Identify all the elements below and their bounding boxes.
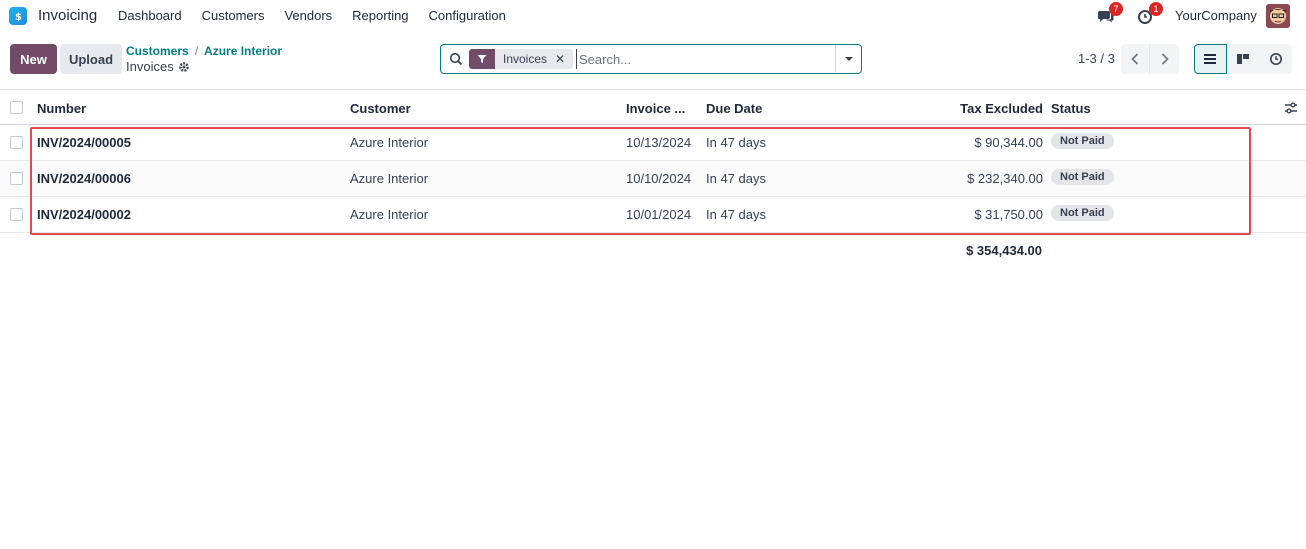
cell-due-date: In 47 days [706, 135, 766, 150]
optional-columns-icon[interactable] [1284, 101, 1298, 115]
list-view-button[interactable] [1194, 44, 1227, 74]
menu-configuration[interactable]: Configuration [429, 8, 506, 23]
cell-invoice-date: 10/13/2024 [626, 135, 692, 150]
company-switcher[interactable]: YourCompany [1175, 8, 1257, 23]
cell-invoice-date: 10/10/2024 [626, 171, 692, 186]
app-name[interactable]: Invoicing [38, 7, 97, 24]
filter-icon [469, 49, 495, 69]
pager-next-button[interactable] [1150, 44, 1179, 74]
breadcrumb-customers[interactable]: Customers [126, 44, 189, 58]
view-switcher [1194, 44, 1292, 74]
cell-invoice-date: 10/01/2024 [626, 207, 692, 222]
activities-button[interactable]: 1 [1137, 2, 1163, 25]
invoice-list: Number Customer Invoice ... Due Date Tax… [0, 89, 1306, 233]
gear-icon[interactable] [178, 61, 190, 73]
pager-previous-button[interactable] [1121, 44, 1150, 74]
column-due-date[interactable]: Due Date [706, 101, 762, 116]
search-icon [449, 52, 463, 66]
cell-number: INV/2024/00005 [37, 135, 131, 150]
facet-label: Invoices [503, 52, 548, 66]
select-all-checkbox[interactable] [10, 101, 23, 114]
row-checkbox[interactable] [10, 208, 23, 221]
main-menu: Dashboard Customers Vendors Reporting Co… [118, 8, 526, 23]
status-badge: Not Paid [1051, 169, 1114, 185]
search-input[interactable] [576, 49, 826, 69]
table-row[interactable]: INV/2024/00002 Azure Interior 10/01/2024… [0, 197, 1306, 233]
search-facet: Invoices ✕ [469, 49, 574, 69]
breadcrumb-separator: / [194, 44, 199, 58]
upload-button[interactable]: Upload [60, 44, 122, 74]
cell-tax-excluded: $ 232,340.00 [967, 171, 1043, 186]
cell-customer: Azure Interior [350, 171, 429, 186]
table-row[interactable]: INV/2024/00005 Azure Interior 10/13/2024… [0, 125, 1306, 161]
cell-customer: Azure Interior [350, 207, 429, 222]
menu-dashboard[interactable]: Dashboard [118, 8, 182, 23]
cell-tax-excluded: $ 90,344.00 [974, 135, 1043, 150]
cell-number: INV/2024/00006 [37, 171, 131, 186]
clock-icon [1269, 53, 1282, 65]
search-bar[interactable]: Invoices ✕ [440, 44, 862, 74]
menu-customers[interactable]: Customers [202, 8, 265, 23]
cell-due-date: In 47 days [706, 207, 766, 222]
top-navbar: $ Invoicing Dashboard Customers Vendors … [0, 0, 1306, 32]
pager-value[interactable]: 1-3 / 3 [1078, 51, 1115, 66]
pager-buttons [1121, 44, 1179, 74]
chevron-left-icon [1131, 53, 1139, 65]
status-badge: Not Paid [1051, 205, 1114, 221]
menu-reporting[interactable]: Reporting [352, 8, 408, 23]
list-icon [1204, 54, 1217, 64]
search-options-toggle[interactable] [835, 45, 861, 73]
breadcrumb: Customers / Azure Interior [126, 44, 282, 58]
tax-excluded-total: $ 354,434.00 [966, 243, 1042, 258]
svg-text:$: $ [15, 12, 22, 22]
status-badge: Not Paid [1051, 133, 1114, 149]
caret-down-icon [844, 57, 853, 61]
cell-number: INV/2024/00002 [37, 207, 131, 222]
menu-vendors[interactable]: Vendors [284, 8, 332, 23]
activities-count-badge: 1 [1149, 2, 1163, 16]
invoicing-app-icon[interactable]: $ [9, 7, 27, 25]
avatar-face-icon [1266, 4, 1290, 28]
cell-due-date: In 47 days [706, 171, 766, 186]
column-invoice-date[interactable]: Invoice ... [626, 101, 685, 116]
table-row[interactable]: INV/2024/00006 Azure Interior 10/10/2024… [0, 161, 1306, 197]
cell-customer: Azure Interior [350, 135, 429, 150]
column-status[interactable]: Status [1051, 101, 1091, 116]
cell-tax-excluded: $ 31,750.00 [974, 207, 1043, 222]
breadcrumb-current: Invoices [126, 59, 190, 74]
page-title: Invoices [126, 59, 174, 74]
kanban-view-button[interactable] [1226, 44, 1260, 74]
facet-remove-icon[interactable]: ✕ [555, 49, 573, 69]
messages-button[interactable]: 7 [1097, 2, 1123, 25]
kanban-icon [1237, 54, 1250, 64]
table-body: INV/2024/00005 Azure Interior 10/13/2024… [0, 125, 1306, 233]
chevron-right-icon [1161, 53, 1169, 65]
row-checkbox[interactable] [10, 172, 23, 185]
new-button[interactable]: New [10, 44, 57, 74]
column-customer[interactable]: Customer [350, 101, 411, 116]
table-header: Number Customer Invoice ... Due Date Tax… [0, 89, 1306, 125]
user-avatar[interactable] [1266, 4, 1290, 28]
messages-count-badge: 7 [1109, 2, 1123, 16]
row-checkbox[interactable] [10, 136, 23, 149]
activity-view-button[interactable] [1259, 44, 1292, 74]
breadcrumb-azure-interior[interactable]: Azure Interior [204, 44, 282, 58]
column-tax-excluded[interactable]: Tax Excluded [940, 101, 1043, 116]
column-number[interactable]: Number [37, 101, 86, 116]
